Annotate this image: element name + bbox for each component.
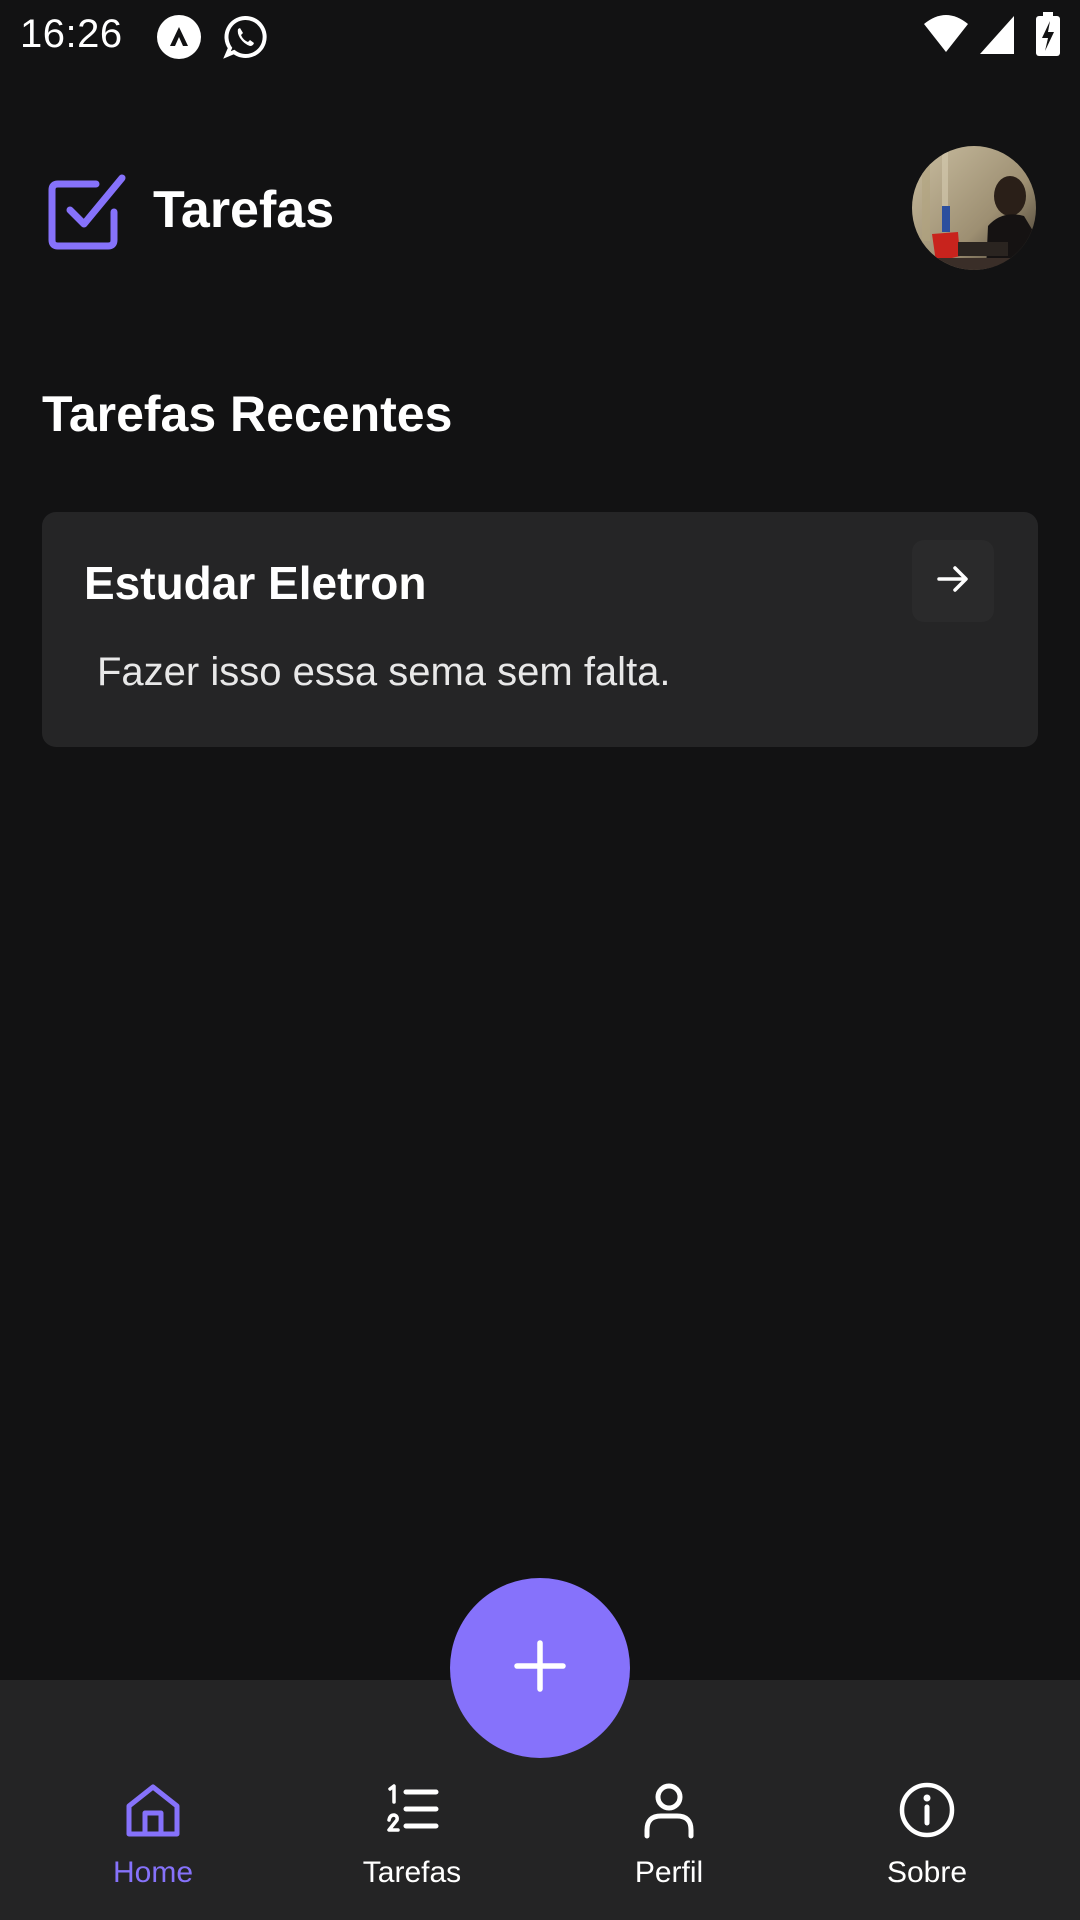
nav-label: Tarefas xyxy=(362,1856,462,1889)
nav-label: Perfil xyxy=(634,1856,704,1889)
nav-item-home[interactable]: Home xyxy=(18,1680,288,1920)
nav-label: Sobre xyxy=(886,1856,968,1889)
avatar[interactable] xyxy=(912,146,1036,270)
info-icon xyxy=(897,1780,957,1840)
wifi-icon xyxy=(922,14,970,59)
task-description: Fazer isso essa sema sem falta. xyxy=(97,650,671,694)
add-task-button[interactable] xyxy=(450,1578,630,1758)
section-title: Tarefas Recentes xyxy=(42,386,453,442)
whatsapp-icon xyxy=(222,14,268,65)
signal-icon xyxy=(980,16,1014,59)
app-title: Tarefas xyxy=(153,181,335,239)
nav-label: Home xyxy=(112,1856,194,1889)
arrow-right-icon xyxy=(933,559,973,604)
app-screen: 16:26 Tarefas Tarefas Recentes Estudar E… xyxy=(0,0,1080,1920)
nav-item-sobre[interactable]: Sobre xyxy=(792,1680,1062,1920)
checkbox-icon xyxy=(44,168,130,254)
task-card[interactable]: Estudar Eletron Fazer isso essa sema sem… xyxy=(42,512,1038,747)
list-icon xyxy=(382,1780,442,1840)
status-bar: 16:26 xyxy=(0,0,1080,72)
plus-icon xyxy=(513,1639,567,1698)
open-task-button[interactable] xyxy=(912,540,994,622)
user-icon xyxy=(639,1780,699,1840)
home-icon xyxy=(123,1780,183,1840)
battery-charging-icon xyxy=(1036,12,1060,61)
status-time: 16:26 xyxy=(20,12,123,56)
task-title: Estudar Eletron xyxy=(84,557,427,609)
app-notification-icon xyxy=(156,14,202,65)
